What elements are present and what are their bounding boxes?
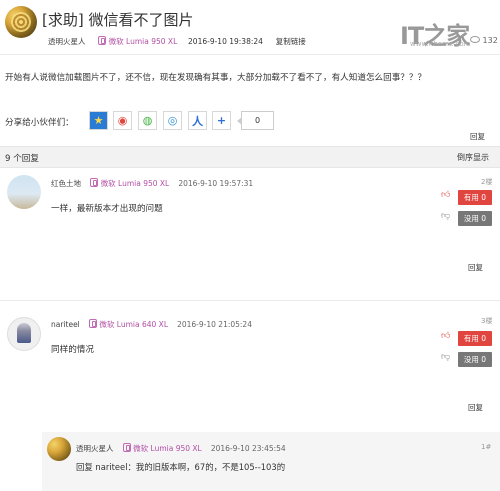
comment-divider [0,300,500,301]
comment-reply-button[interactable]: 回复 [468,402,483,413]
upvote-button[interactable]: 有用 0 [458,331,492,346]
header-divider [0,54,500,55]
comment-meta: nariteel 微软 Lumia 640 XL 2016-9-10 21:05… [51,319,252,330]
nested-reply-avatar[interactable] [47,437,71,461]
share-label: 分享给小伙伴们： [5,118,74,128]
post-device: 微软 Lumia 950 XL [108,37,178,46]
more-share-icon[interactable]: + [212,111,231,130]
comment-avatar[interactable] [7,175,41,209]
post-title: [求助] 微信看不了图片 [42,11,194,29]
nested-reply-floor: 1# [481,443,492,451]
comment-text: 一样，最新版本才出现的问题 [51,204,163,214]
wechat-share-icon[interactable]: ◍ [138,111,157,130]
nested-reply-author[interactable]: 透明火星人 [76,444,114,453]
logo-url: www.ithome.com [410,40,471,48]
comment-time: 2016-9-10 21:05:24 [177,320,252,329]
nested-reply-time: 2016-9-10 23:45:54 [210,444,286,453]
comment-time: 2016-9-10 19:57:31 [178,179,254,188]
comment-device: 微软 Lumia 950 XL [100,179,170,188]
post-time: 2016-9-10 19:38:24 [188,37,263,46]
comment-author[interactable]: 红色土地 [51,179,81,188]
view-count-value: 132 [482,36,498,45]
post-body: 开始有人说微信加载图片不了，还不信，现在发现确有其事，大部分加载不了看不了，有人… [5,73,427,83]
thumbs-down-icon[interactable]: 👎︎ [441,352,450,362]
phone-icon [122,443,131,452]
comment-device: 微软 Lumia 640 XL [99,320,168,329]
renren-share-icon[interactable]: 人 [188,111,207,130]
downvote-button[interactable]: 没用 0 [458,352,492,367]
comment-reply-button[interactable]: 回复 [468,262,483,273]
copy-link-button[interactable]: 复制链接 [276,37,306,46]
comment-floor: 2楼 [481,178,493,186]
eye-icon [470,36,480,43]
comment-author[interactable]: nariteel [51,320,80,329]
share-count: 0 [237,111,274,130]
reply-count: 9 个回复 [5,154,39,164]
thumbs-down-icon[interactable]: 👎︎ [441,211,450,221]
thumbs-up-icon[interactable]: 👍︎ [441,331,450,341]
phone-icon [88,319,97,328]
comment-floor: 3楼 [481,317,493,325]
post-author-avatar[interactable] [5,6,37,38]
phone-icon [90,178,99,187]
nested-reply-text: 回复 nariteel：我的旧版本啊，67的，不是105--103的 [76,462,286,472]
weibo-share-icon[interactable]: ◉ [113,111,132,130]
sort-toggle[interactable]: 倒序显示 [457,152,489,163]
qzone-share-icon[interactable]: ★ [89,111,108,130]
comment-meta: 红色土地 微软 Lumia 950 XL 2016-9-10 19:57:31 [51,178,253,189]
post-author[interactable]: 透明火星人 [48,37,86,46]
phone-icon [98,36,107,45]
downvote-button[interactable]: 没用 0 [458,211,492,226]
nested-reply-device: 微软 Lumia 950 XL [133,444,202,453]
thumbs-up-icon[interactable]: 👍︎ [441,190,450,200]
upvote-button[interactable]: 有用 0 [458,190,492,205]
comment-text: 同样的情况 [51,345,94,355]
comment-avatar[interactable] [7,317,41,351]
nested-reply-meta: 透明火星人 微软 Lumia 950 XL 2016-9-10 23:45:54 [76,443,286,454]
post-meta: 透明火星人 微软 Lumia 950 XL 2016-9-10 19:38:24… [48,36,306,47]
tencent-weibo-share-icon[interactable]: ◎ [163,111,182,130]
replies-bar [0,146,500,168]
view-count: 132 [470,36,498,45]
post-reply-button[interactable]: 回复 [470,131,485,142]
